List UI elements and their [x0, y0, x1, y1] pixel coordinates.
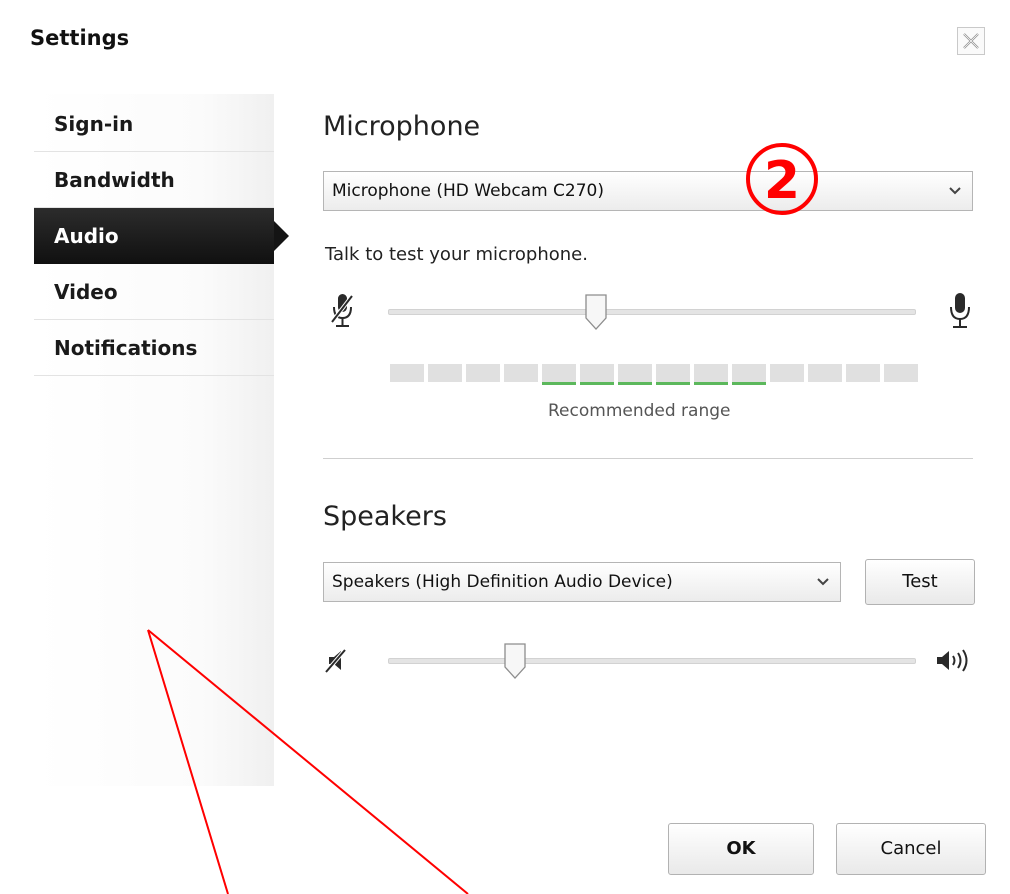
dialog-title: Settings	[30, 26, 130, 50]
step-marker-annotation: 2	[746, 143, 818, 215]
sidebar-item-sign-in[interactable]: Sign-in	[34, 96, 274, 152]
sidebar-item-label: Bandwidth	[54, 168, 175, 192]
sidebar-item-audio[interactable]: Audio	[34, 208, 289, 264]
close-icon	[963, 33, 979, 49]
settings-dialog: Settings Sign-in Bandwidth Audio Video N…	[0, 0, 1010, 894]
ok-button[interactable]: OK	[668, 823, 814, 875]
sidebar-item-video[interactable]: Video	[34, 264, 274, 320]
speakers-test-button[interactable]: Test	[865, 559, 975, 605]
speakers-device-select[interactable]: Speakers (High Definition Audio Device)	[323, 562, 841, 602]
meter-segment-recommended	[618, 364, 652, 385]
sidebar-item-label: Notifications	[54, 336, 198, 360]
microphone-icon	[950, 293, 970, 328]
cancel-button[interactable]: Cancel	[836, 823, 986, 875]
meter-segment-recommended	[580, 364, 614, 385]
meter-segment	[428, 364, 462, 382]
meter-segment	[884, 364, 918, 382]
microphone-level-slider-thumb[interactable]	[585, 294, 607, 330]
sidebar-item-label: Sign-in	[54, 112, 134, 136]
sidebar-item-notifications[interactable]: Notifications	[34, 320, 274, 376]
meter-segment	[504, 364, 538, 382]
meter-segment-recommended	[694, 364, 728, 385]
speakers-heading: Speakers	[323, 501, 447, 532]
meter-segment	[390, 364, 424, 382]
speaker-volume-slider-thumb[interactable]	[504, 643, 527, 679]
microphone-device-value: Microphone (HD Webcam C270)	[332, 181, 605, 201]
sidebar-item-bandwidth[interactable]: Bandwidth	[34, 152, 274, 208]
meter-segment	[770, 364, 804, 382]
microphone-test-hint: Talk to test your microphone.	[325, 244, 588, 265]
settings-sidebar: Sign-in Bandwidth Audio Video Notificati…	[34, 94, 289, 786]
meter-segment-recommended	[542, 364, 576, 385]
sidebar-item-label: Video	[54, 280, 118, 304]
speaker-volume-icon	[937, 649, 968, 672]
meter-segment-recommended	[656, 364, 690, 385]
close-button[interactable]	[957, 27, 985, 55]
meter-segment	[808, 364, 842, 382]
section-divider	[323, 458, 973, 459]
speaker-volume-track[interactable]	[388, 658, 916, 664]
microphone-device-select[interactable]: Microphone (HD Webcam C270)	[323, 171, 973, 211]
recommended-range-label: Recommended range	[548, 401, 731, 421]
chevron-down-icon	[949, 187, 961, 195]
microphone-level-track[interactable]	[388, 309, 916, 315]
chevron-down-icon	[817, 578, 829, 586]
speakers-device-value: Speakers (High Definition Audio Device)	[332, 572, 673, 592]
meter-segment	[846, 364, 880, 382]
speaker-muted-icon	[325, 648, 347, 674]
sidebar-item-label: Audio	[54, 224, 119, 248]
svg-text:2: 2	[764, 151, 800, 211]
meter-segment	[466, 364, 500, 382]
microphone-heading: Microphone	[323, 111, 481, 142]
meter-segment-recommended	[732, 364, 766, 385]
microphone-muted-icon	[330, 294, 354, 327]
